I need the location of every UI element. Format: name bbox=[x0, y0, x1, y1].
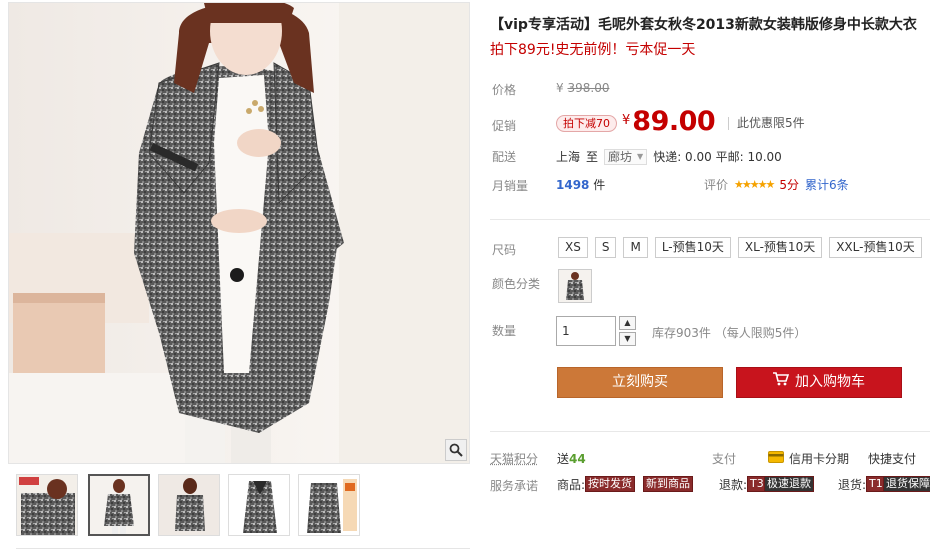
quick-pay[interactable]: 快捷支付 bbox=[868, 450, 916, 467]
chevron-down-icon: ▼ bbox=[637, 152, 644, 161]
currency-symbol: ¥ bbox=[556, 81, 564, 95]
shipping-label: 配送 bbox=[492, 150, 517, 164]
size-option[interactable]: XS bbox=[558, 237, 588, 258]
thumbnail-strip bbox=[16, 474, 476, 540]
shipping-fees: 快递: 0.00 平邮: 10.00 bbox=[653, 150, 782, 164]
quantity-label: 数量 bbox=[492, 324, 517, 338]
quantity-increase-button[interactable]: ▲ bbox=[619, 316, 636, 330]
thumbnail-2[interactable] bbox=[88, 474, 150, 536]
current-price-value: 89.00 bbox=[632, 106, 716, 137]
credit-card-icon bbox=[768, 451, 784, 466]
stock-info: 库存903件 （每人限购5件） bbox=[652, 326, 807, 340]
size-option[interactable]: XL-预售10天 bbox=[737, 237, 823, 258]
size-option[interactable]: S bbox=[594, 237, 617, 258]
buy-now-button[interactable]: 立刻购买 bbox=[557, 367, 723, 398]
cart-icon bbox=[773, 368, 790, 397]
main-product-image[interactable] bbox=[8, 2, 470, 464]
review-count-link[interactable]: 累计6条 bbox=[805, 176, 849, 193]
payment-label: 支付 bbox=[712, 452, 737, 466]
magnifier-icon[interactable] bbox=[445, 439, 467, 461]
goods-label: 商品: bbox=[557, 478, 586, 492]
monthly-sales: 1498 件 bbox=[556, 176, 605, 193]
size-label: 尺码 bbox=[492, 243, 517, 257]
shipping-info: 上海 至 廊坊 ▼ 快递: 0.00 平邮: 10.00 bbox=[556, 148, 782, 165]
price-label: 价格 bbox=[492, 83, 517, 97]
points-number: 44 bbox=[569, 452, 586, 466]
return-guarantee-badge[interactable]: 退货保障 bbox=[883, 476, 930, 492]
points-label[interactable]: 天猫积分 bbox=[490, 450, 538, 467]
thumbnail-3[interactable] bbox=[158, 474, 220, 536]
add-to-cart-label: 加入购物车 bbox=[795, 374, 865, 390]
ship-from: 上海 bbox=[556, 150, 581, 164]
size-option[interactable]: M bbox=[623, 237, 648, 258]
current-price: ¥89.00 bbox=[622, 106, 716, 137]
promo-text: 拍下89元!史无前例！亏本促一天 bbox=[490, 42, 696, 58]
on-time-shipping-badge[interactable]: 按时发货 bbox=[585, 476, 635, 492]
sales-unit: 件 bbox=[593, 178, 606, 192]
points-prefix: 送 bbox=[557, 452, 570, 466]
credit-installment-label: 信用卡分期 bbox=[789, 452, 850, 466]
rating-score: 5分 bbox=[779, 178, 799, 192]
rating: 评价 ★★★★★ 5分 累计6条 bbox=[704, 176, 849, 193]
rating-label: 评价 bbox=[704, 178, 729, 192]
destination-city: 廊坊 bbox=[608, 150, 633, 164]
points-value: 送44 bbox=[557, 450, 586, 467]
quantity-input[interactable] bbox=[556, 316, 616, 346]
service-label: 服务承诺 bbox=[490, 479, 539, 493]
destination-city-select[interactable]: 廊坊 ▼ bbox=[604, 148, 648, 165]
currency-symbol: ¥ bbox=[622, 113, 631, 128]
thumbnail-5[interactable] bbox=[298, 474, 360, 536]
thumbnail-4[interactable] bbox=[228, 474, 290, 536]
thumbnail-1[interactable] bbox=[16, 474, 78, 536]
limit-note: 此优惠限5件 bbox=[728, 117, 805, 130]
gallery-divider bbox=[16, 548, 470, 549]
sales-count: 1498 bbox=[556, 178, 590, 192]
new-arrival-badge[interactable]: 新到商品 bbox=[643, 476, 693, 492]
size-options: XS S M L-预售10天 XL-预售10天 XXL-预售10天 bbox=[558, 237, 922, 258]
original-price-value: 398.00 bbox=[567, 81, 610, 95]
original-price: ¥ 398.00 bbox=[556, 81, 609, 95]
rating-stars: ★★★★★ bbox=[734, 178, 775, 191]
size-option[interactable]: L-预售10天 bbox=[654, 237, 731, 258]
color-option[interactable] bbox=[558, 269, 592, 303]
credit-installment[interactable]: 信用卡分期 bbox=[768, 450, 849, 467]
refund-label: 退款: bbox=[719, 478, 748, 492]
fast-refund-badge[interactable]: 极速退款 bbox=[764, 476, 814, 492]
promotion-label: 促销 bbox=[492, 119, 517, 133]
add-to-cart-button[interactable]: 加入购物车 bbox=[736, 367, 902, 398]
quantity-decrease-button[interactable]: ▼ bbox=[619, 332, 636, 346]
size-option[interactable]: XXL-预售10天 bbox=[829, 237, 922, 258]
divider bbox=[490, 431, 930, 432]
discount-tag: 拍下减70 bbox=[556, 115, 617, 132]
sales-label: 月销量 bbox=[492, 179, 529, 193]
main-photo bbox=[9, 3, 469, 463]
service-promises: 商品: 按时发货 新到商品 退款: T3 极速退款 退货: T1 退货保障 bbox=[557, 475, 930, 493]
ship-to-word: 至 bbox=[586, 150, 599, 164]
color-label: 颜色分类 bbox=[492, 277, 541, 291]
return-label: 退货: bbox=[838, 478, 867, 492]
divider bbox=[490, 219, 930, 220]
product-title: 【vip专享活动】毛呢外套女秋冬2013新款女装韩版修身中长款大衣 bbox=[490, 17, 917, 33]
